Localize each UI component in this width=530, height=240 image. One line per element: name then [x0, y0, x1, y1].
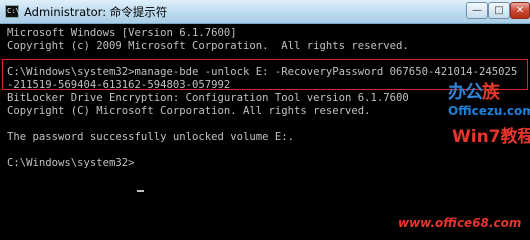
- watermark-url: www.office68.com: [398, 216, 522, 230]
- window-title: Administrator: 命令提示符: [24, 5, 168, 19]
- console-prompt: C:\Windows\system32>: [7, 157, 135, 169]
- console-icon[interactable]: C:\: [5, 5, 20, 18]
- watermark-site: Officezu.com: [448, 104, 530, 118]
- title-bar[interactable]: C:\ Administrator: 命令提示符 — □ ✕: [0, 0, 530, 24]
- console-line: The password successfully unlocked volum…: [7, 131, 295, 143]
- console-line: BitLocker Drive Encryption: Configuratio…: [7, 92, 409, 104]
- text-cursor: [137, 190, 144, 192]
- console-line: Copyright (C) Microsoft Corporation. All…: [7, 105, 371, 117]
- minimize-button[interactable]: —: [466, 2, 488, 19]
- maximize-button[interactable]: □: [488, 2, 510, 19]
- watermark-brand-blue: 办公: [448, 82, 483, 103]
- console-line: Microsoft Windows [Version 6.1.7600]: [7, 27, 237, 39]
- close-button[interactable]: ✕: [510, 2, 530, 19]
- console-output[interactable]: Microsoft Windows [Version 6.1.7600] Cop…: [0, 24, 530, 238]
- watermark-brand-red: 族: [482, 82, 500, 103]
- command-prompt-window: C:\ Administrator: 命令提示符 — □ ✕ Microsoft…: [0, 0, 530, 238]
- watermark-brand: 办公族: [448, 78, 500, 104]
- console-line: Copyright (c) 2009 Microsoft Corporation…: [7, 40, 409, 52]
- watermark-win7: Win7教程: [452, 127, 530, 147]
